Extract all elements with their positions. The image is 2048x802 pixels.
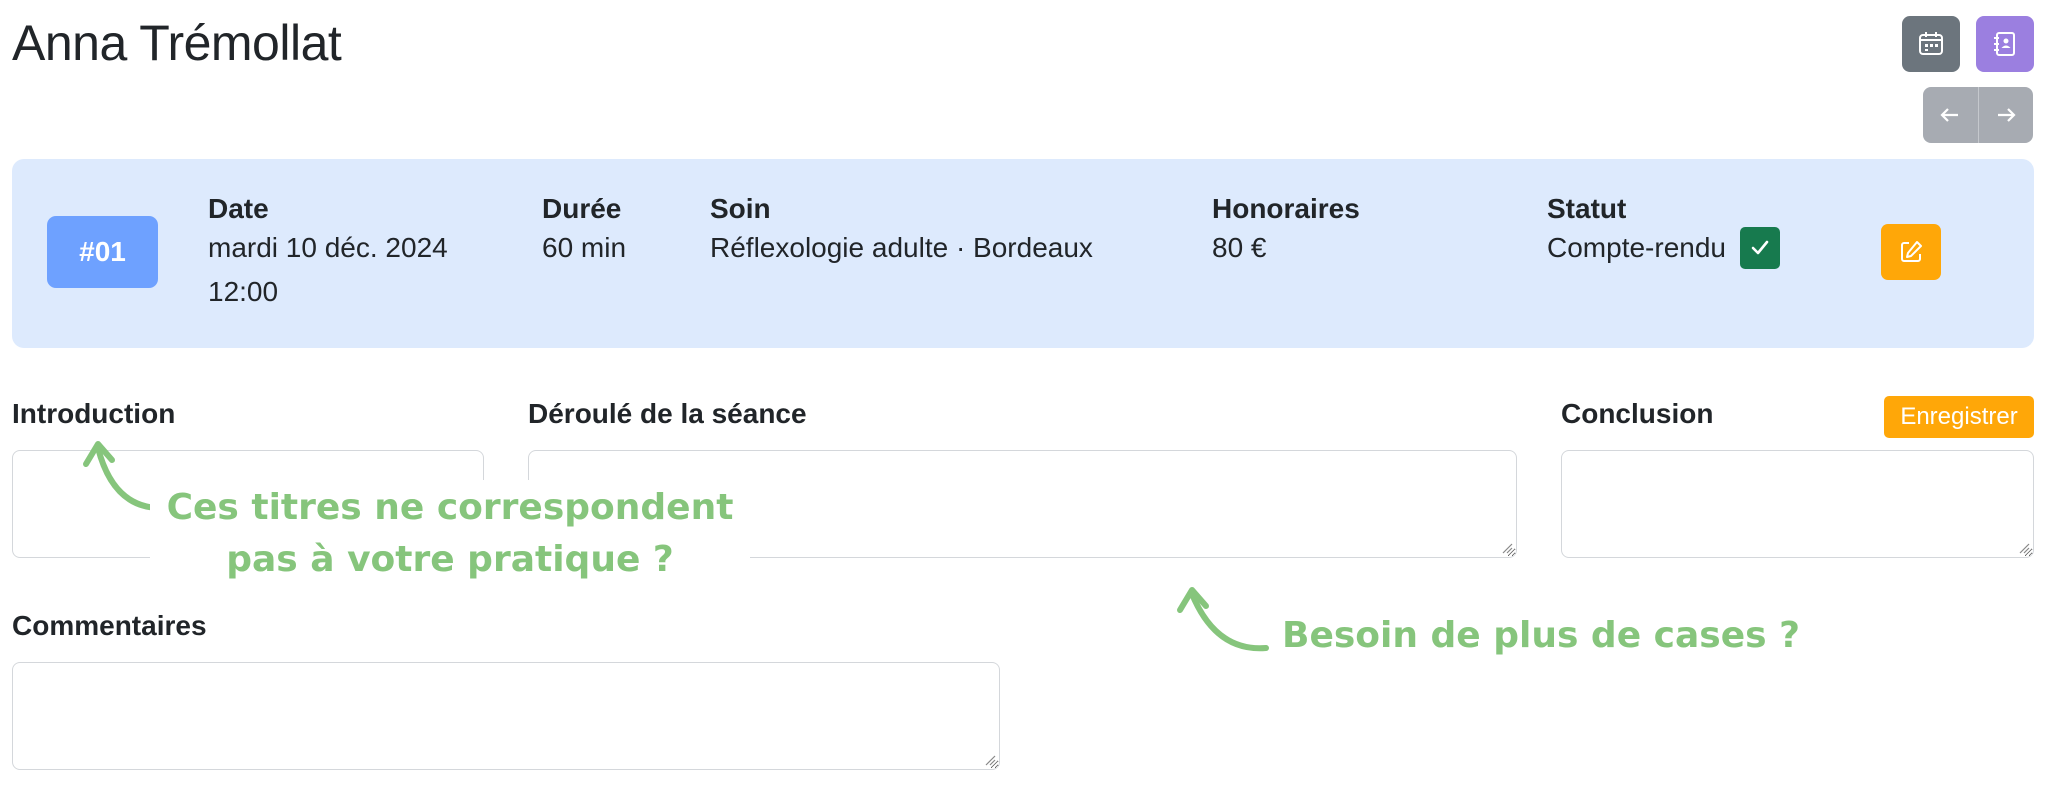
edit-session-button[interactable] (1881, 224, 1941, 280)
check-icon (1751, 240, 1769, 255)
session-summary-card: #01 Date mardi 10 déc. 2024 12:00 Durée … (12, 159, 2034, 348)
address-book-icon (1994, 32, 2015, 56)
introduction-label: Introduction (12, 398, 176, 429)
titles-annotation-line1: Ces titres ne correspondent (166, 487, 734, 528)
soin-field: Soin Réflexologie adulte · Bordeaux (710, 192, 1093, 270)
status-label: Statut (1547, 193, 1627, 224)
fees-label: Honoraires (1212, 193, 1360, 224)
comments-textarea[interactable] (12, 662, 1000, 770)
status-value: Compte-rendu (1547, 232, 1726, 263)
status-field: Statut Compte-rendu (1547, 192, 1780, 270)
soin-label: Soin (710, 193, 771, 224)
session-number-badge: #01 (47, 216, 158, 288)
annotation-arrow-icon (1177, 587, 1269, 652)
resize-grip-icon[interactable] (2018, 542, 2030, 554)
calendar-button[interactable] (1902, 16, 1960, 72)
page-title: Anna Trémollat (12, 15, 342, 71)
previous-session-button[interactable] (1923, 87, 1978, 143)
edit-icon (1901, 241, 1922, 262)
date-label: Date (208, 193, 269, 224)
status-check-badge (1739, 227, 1780, 269)
duration-field: Durée 60 min (542, 192, 626, 270)
duration-label: Durée (542, 193, 622, 224)
conclusion-textarea[interactable] (1561, 450, 2034, 558)
fees-value: 80 € (1212, 232, 1267, 263)
conclusion-label: Conclusion (1561, 398, 1714, 429)
arrow-right-icon (1997, 108, 2016, 122)
resize-grip-icon[interactable] (984, 754, 996, 766)
calendar-icon (1919, 32, 1943, 55)
time-value: 12:00 (208, 276, 279, 307)
comments-label: Commentaires (12, 610, 207, 641)
arrow-left-icon (1940, 108, 1959, 122)
titles-annotation: Ces titres ne correspondent pas à votre … (150, 480, 750, 588)
duration-value: 60 min (542, 232, 627, 263)
soin-value: Réflexologie adulte · Bordeaux (710, 232, 1093, 263)
session-nav-group (1923, 87, 2033, 143)
fees-field: Honoraires 80 € (1212, 192, 1360, 270)
deroule-label: Déroulé de la séance (528, 398, 807, 429)
save-button[interactable]: Enregistrer (1884, 396, 2034, 438)
next-session-button[interactable] (1977, 87, 2033, 143)
date-field: Date mardi 10 déc. 2024 12:00 (208, 192, 448, 314)
contacts-button[interactable] (1976, 16, 2034, 72)
date-value: mardi 10 déc. 2024 (208, 232, 448, 263)
resize-grip-icon[interactable] (1501, 542, 1513, 554)
more-boxes-annotation: Besoin de plus de cases ? (1282, 615, 1800, 656)
titles-annotation-line2: pas à votre pratique ? (226, 539, 674, 580)
